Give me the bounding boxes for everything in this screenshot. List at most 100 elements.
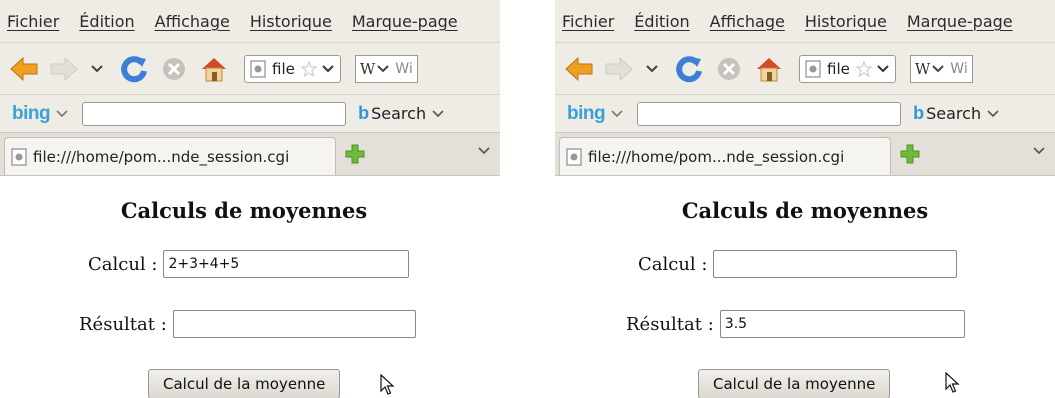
- tab-bar: file:///home/pom...nde_session.cgi: [555, 132, 1055, 176]
- home-button[interactable]: [753, 53, 785, 85]
- page-icon: [805, 60, 821, 77]
- search-engine-box[interactable]: W Wi: [354, 54, 418, 83]
- tabs-list-button[interactable]: [1033, 143, 1045, 159]
- tabs-list-button[interactable]: [478, 143, 490, 159]
- star-icon[interactable]: [300, 60, 317, 77]
- search-engine-label: W: [914, 59, 931, 78]
- address-text: file: [272, 59, 295, 78]
- bing-toolbar: bing b Search: [555, 94, 1055, 132]
- bing-menu[interactable]: bing: [12, 103, 68, 125]
- chevron-down-icon: [478, 147, 490, 155]
- back-arrow-icon: [565, 56, 593, 81]
- menu-edition[interactable]: Édition: [79, 12, 134, 31]
- calcul-label: Calcul :: [88, 253, 158, 275]
- bing-menu[interactable]: bing: [567, 103, 623, 125]
- menu-bar: Fichier Édition Affichage Historique Mar…: [0, 0, 500, 42]
- home-icon: [202, 57, 226, 81]
- calcul-moyenne-button[interactable]: Calcul de la moyenne: [698, 369, 891, 398]
- forward-button[interactable]: [48, 53, 80, 85]
- calcul-moyenne-button[interactable]: Calcul de la moyenne: [148, 369, 341, 398]
- menu-historique[interactable]: Historique: [250, 12, 332, 31]
- chevron-down-icon: [611, 109, 623, 117]
- bing-search-label: Search: [371, 104, 427, 123]
- chevron-down-icon[interactable]: [876, 64, 890, 74]
- tab-title: file:///home/pom...nde_session.cgi: [33, 147, 290, 166]
- menu-historique[interactable]: Historique: [805, 12, 887, 31]
- tab-active[interactable]: file:///home/pom...nde_session.cgi: [4, 137, 336, 175]
- stop-icon: [718, 57, 740, 80]
- menu-affichage[interactable]: Affichage: [710, 12, 785, 31]
- bing-search-label: Search: [926, 104, 982, 123]
- browser-window-after: Fichier Édition Affichage Historique Mar…: [555, 0, 1055, 398]
- reload-button[interactable]: [673, 53, 705, 85]
- chevron-down-icon: [932, 64, 944, 72]
- forward-arrow-icon: [50, 56, 78, 81]
- history-dropdown-button[interactable]: [88, 53, 106, 85]
- bing-logo: bing: [12, 102, 51, 124]
- page-icon: [566, 148, 582, 165]
- back-button[interactable]: [563, 53, 595, 85]
- cursor-icon: [380, 374, 395, 395]
- chevron-down-icon: [56, 109, 68, 117]
- page-title: Calculs de moyennes: [120, 198, 368, 223]
- reload-button[interactable]: [118, 53, 150, 85]
- navigation-toolbar: file W Wi: [555, 42, 1055, 94]
- resultat-input[interactable]: [172, 310, 416, 338]
- page-icon: [11, 148, 27, 165]
- page-content: Calculs de moyennes Calcul : 2+3+4+5 Rés…: [0, 176, 500, 398]
- calcul-input[interactable]: 2+3+4+5: [163, 250, 410, 278]
- resultat-row: Résultat :: [79, 310, 416, 338]
- bing-search-button[interactable]: b Search: [913, 103, 999, 124]
- menu-edition[interactable]: Édition: [634, 12, 689, 31]
- new-tab-icon: [900, 144, 920, 164]
- history-dropdown-button[interactable]: [643, 53, 661, 85]
- home-icon: [757, 57, 781, 81]
- menu-marque-page[interactable]: Marque-page: [352, 12, 458, 31]
- chevron-down-icon: [432, 109, 444, 117]
- stop-icon: [163, 57, 185, 80]
- address-bar[interactable]: file: [244, 54, 341, 83]
- calcul-label: Calcul :: [638, 253, 708, 275]
- stop-button[interactable]: [158, 53, 190, 85]
- back-arrow-icon: [10, 56, 38, 81]
- resultat-input[interactable]: 3.5: [719, 310, 965, 338]
- search-engine-field-text: Wi: [950, 60, 968, 77]
- browser-window-before: Fichier Édition Affichage Historique Mar…: [0, 0, 500, 398]
- bing-toolbar: bing b Search: [0, 94, 500, 132]
- search-engine-field-text: Wi: [395, 60, 413, 77]
- chevron-down-icon[interactable]: [321, 64, 335, 74]
- calcul-row: Calcul :: [638, 250, 958, 278]
- home-button[interactable]: [198, 53, 230, 85]
- reload-icon: [676, 55, 702, 82]
- new-tab-icon: [345, 144, 365, 164]
- star-icon[interactable]: [855, 60, 872, 77]
- new-tab-button[interactable]: [340, 139, 370, 169]
- tab-title: file:///home/pom...nde_session.cgi: [588, 147, 845, 166]
- address-bar[interactable]: file: [799, 54, 896, 83]
- menu-fichier[interactable]: Fichier: [7, 12, 59, 31]
- chevron-down-icon: [377, 64, 389, 72]
- back-button[interactable]: [8, 53, 40, 85]
- chevron-down-icon: [1033, 147, 1045, 155]
- cursor-icon: [945, 372, 960, 393]
- new-tab-button[interactable]: [895, 139, 925, 169]
- tab-active[interactable]: file:///home/pom...nde_session.cgi: [559, 137, 891, 175]
- bing-search-button[interactable]: b Search: [358, 103, 444, 124]
- resultat-label: Résultat :: [79, 313, 167, 335]
- page-icon: [250, 60, 266, 77]
- address-text: file: [827, 59, 850, 78]
- menu-fichier[interactable]: Fichier: [562, 12, 614, 31]
- bing-search-input[interactable]: [637, 101, 902, 126]
- reload-icon: [121, 55, 147, 82]
- calcul-input[interactable]: [713, 250, 958, 278]
- bing-search-input[interactable]: [82, 101, 347, 126]
- search-engine-box[interactable]: W Wi: [909, 54, 973, 83]
- menu-affichage[interactable]: Affichage: [155, 12, 230, 31]
- bing-b-icon: b: [913, 103, 925, 123]
- page-content: Calculs de moyennes Calcul : Résultat : …: [555, 176, 1055, 398]
- navigation-toolbar: file W Wi: [0, 42, 500, 94]
- stop-button[interactable]: [713, 53, 745, 85]
- forward-button[interactable]: [603, 53, 635, 85]
- calcul-row: Calcul : 2+3+4+5: [88, 250, 410, 278]
- menu-marque-page[interactable]: Marque-page: [907, 12, 1013, 31]
